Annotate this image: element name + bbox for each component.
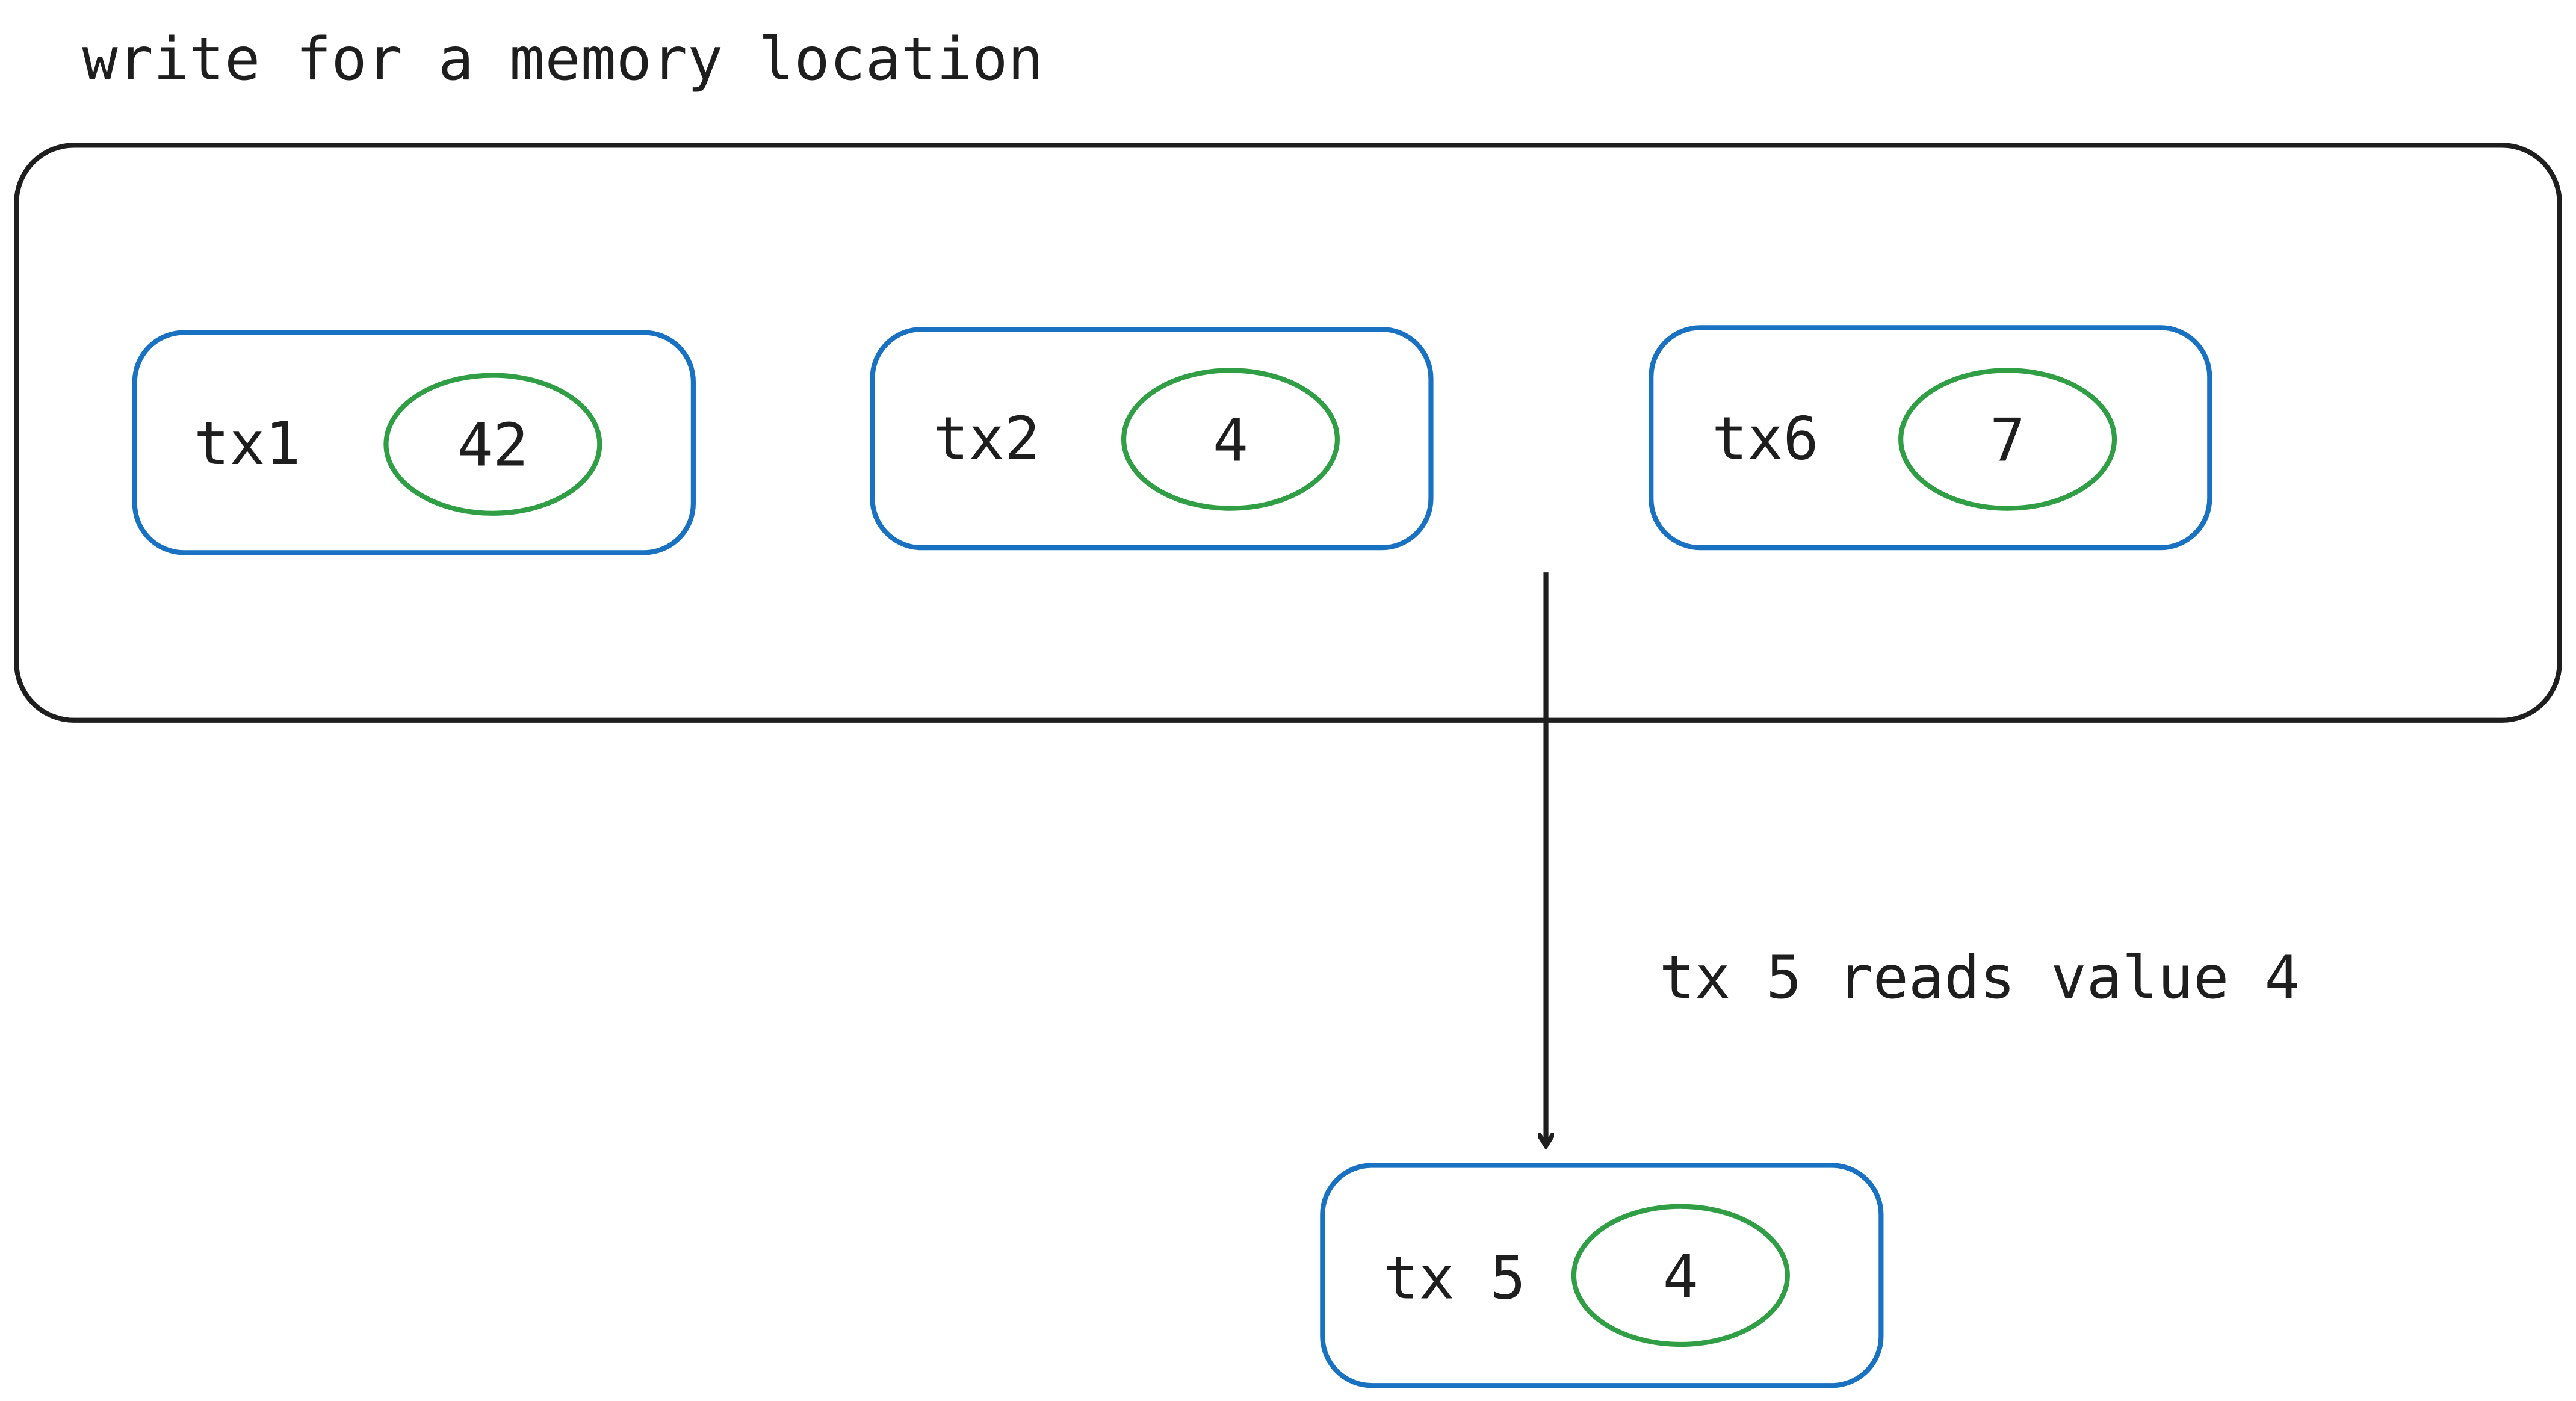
tx-label: tx2 bbox=[933, 405, 1039, 474]
diagram-title: write for a memory location bbox=[82, 25, 1043, 94]
read-annotation: tx 5 reads value 4 bbox=[1659, 944, 2300, 1012]
tx-label: tx1 bbox=[194, 410, 300, 478]
value-label: 4 bbox=[1213, 406, 1248, 475]
write-tx1: tx1 42 bbox=[132, 330, 696, 555]
tx-label: tx6 bbox=[1712, 405, 1818, 474]
value-label: 7 bbox=[1990, 406, 2025, 475]
read-tx5: tx 5 4 bbox=[1320, 1163, 1884, 1388]
value-label: 42 bbox=[457, 412, 528, 480]
diagram: write for a memory location tx1 42 tx2 4… bbox=[14, 25, 2562, 1388]
memory-location-container bbox=[14, 143, 2562, 723]
tx-label: tx 5 bbox=[1383, 1245, 1526, 1313]
write-tx6: tx6 7 bbox=[1649, 325, 2212, 551]
write-tx2: tx2 4 bbox=[870, 327, 1434, 551]
value-label: 4 bbox=[1663, 1243, 1698, 1311]
